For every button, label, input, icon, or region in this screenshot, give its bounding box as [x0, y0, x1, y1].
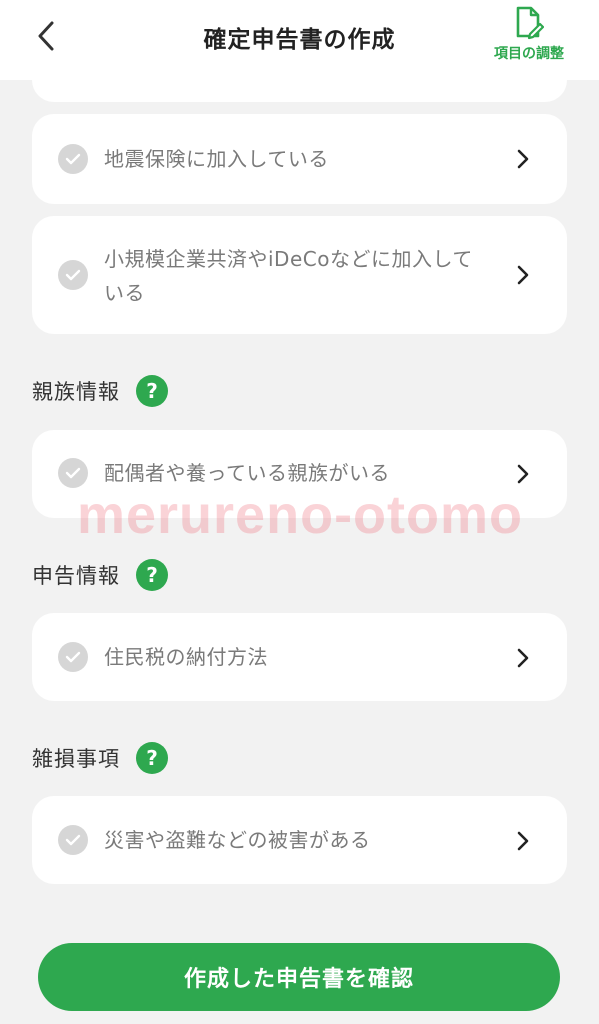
chevron-right-icon [517, 149, 529, 169]
help-icon[interactable]: ? [136, 742, 168, 774]
card-label: 住民税の納付方法 [104, 645, 268, 669]
adjust-items-button[interactable]: 項目の調整 [483, 6, 575, 70]
section-casualty: 雑損事項 ? [32, 742, 168, 774]
confirm-return-button[interactable]: 作成した申告書を確認 [38, 943, 560, 1011]
card-resident-tax[interactable]: 住民税の納付方法 [32, 613, 567, 701]
check-circle-icon [58, 144, 88, 174]
section-title: 雑損事項 [32, 747, 120, 771]
card-ideco[interactable]: 小規模企業共済やiDeCoなどに加入している [32, 216, 567, 334]
check-circle-icon [58, 458, 88, 488]
card-disaster-theft[interactable]: 災害や盗難などの被害がある [32, 796, 567, 884]
chevron-right-icon [517, 648, 529, 668]
card-label: 配偶者や養っている親族がいる [104, 461, 390, 485]
section-family: 親族情報 ? [32, 375, 168, 407]
check-circle-icon [58, 825, 88, 855]
card-earthquake-insurance[interactable]: 地震保険に加入している [32, 114, 567, 204]
help-icon[interactable]: ? [136, 559, 168, 591]
document-edit-icon [516, 6, 544, 40]
chevron-right-icon [517, 464, 529, 484]
card-label: 小規模企業共済やiDeCoなどに加入している [104, 247, 473, 305]
page: 確定申告書の作成 項目の調整 地震保険に加入している 小規模企業共済やiDeCo… [0, 0, 599, 1024]
chevron-right-icon [517, 265, 529, 285]
card-label: 地震保険に加入している [104, 147, 329, 171]
chevron-right-icon [517, 831, 529, 851]
check-circle-icon [58, 642, 88, 672]
card-dependents[interactable]: 配偶者や養っている親族がいる [32, 430, 567, 518]
help-icon[interactable]: ? [136, 375, 168, 407]
section-title: 申告情報 [32, 564, 120, 588]
card-label: 災害や盗難などの被害がある [104, 828, 371, 852]
app-header: 確定申告書の作成 項目の調整 [0, 0, 599, 80]
check-circle-icon [58, 260, 88, 290]
adjust-items-label: 項目の調整 [494, 46, 564, 62]
section-title: 親族情報 [32, 380, 120, 404]
section-filing: 申告情報 ? [32, 559, 168, 591]
